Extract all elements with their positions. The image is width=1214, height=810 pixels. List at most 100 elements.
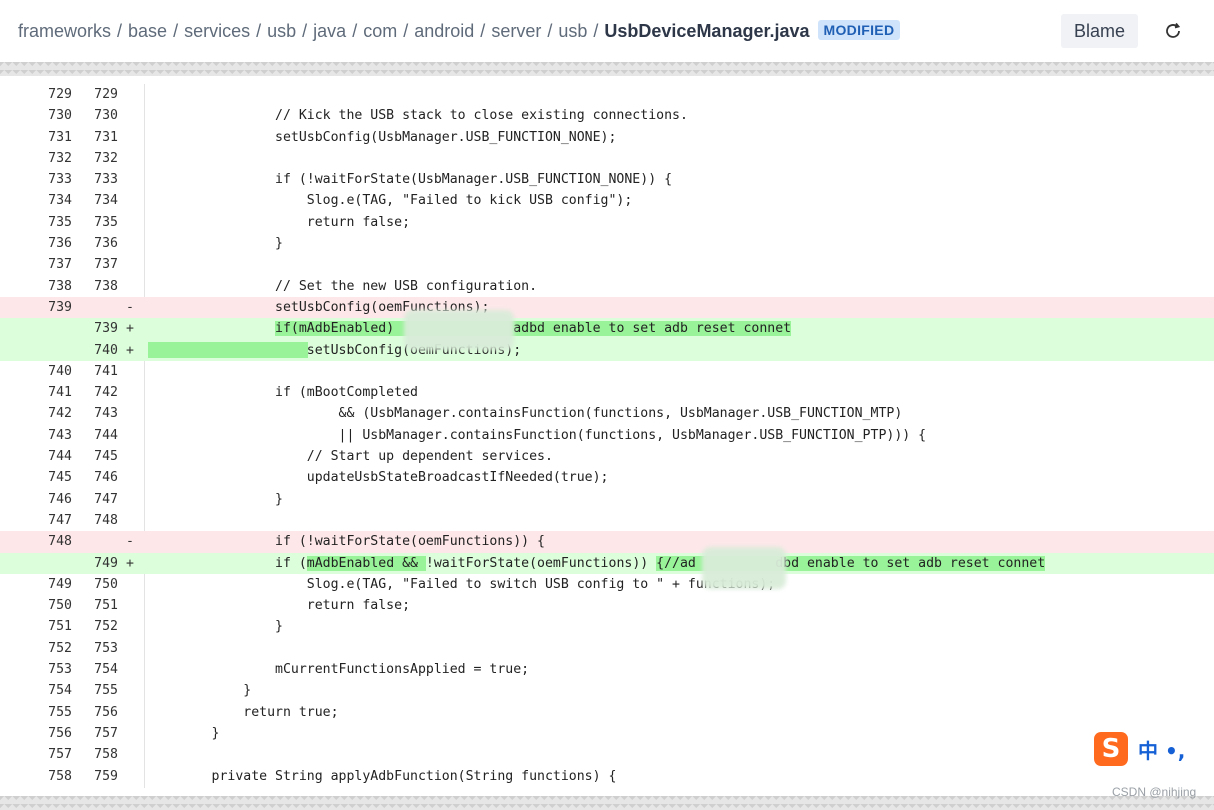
old-line-number[interactable]: 743 xyxy=(14,425,72,446)
code-text: private String applyAdbFunction(String f… xyxy=(148,768,617,784)
old-line-number[interactable]: 748 xyxy=(14,531,72,552)
old-line-number[interactable]: 732 xyxy=(14,148,72,169)
code-text: if (!waitForState(UsbManager.USB_FUNCTIO… xyxy=(148,172,673,188)
old-line-number[interactable]: 731 xyxy=(14,127,72,148)
code-text: if (mAdbEnabled && !waitForState(oemFunc… xyxy=(148,555,1046,571)
hunk-separator-bottom xyxy=(0,796,1214,810)
diff-marker: + xyxy=(126,342,134,358)
old-line-number[interactable]: 729 xyxy=(14,84,72,105)
old-line-number[interactable]: 746 xyxy=(14,489,72,510)
old-line-number[interactable]: 738 xyxy=(14,276,72,297)
old-line-number[interactable]: 733 xyxy=(14,169,72,190)
code-text: } xyxy=(148,236,283,252)
new-line-number[interactable]: 733 xyxy=(76,169,118,190)
new-line-number[interactable]: 742 xyxy=(76,382,118,403)
breadcrumb-segment[interactable]: usb xyxy=(558,21,587,41)
new-line-number[interactable]: 730 xyxy=(76,105,118,126)
diff-line: 737 737 xyxy=(0,254,1214,275)
new-line-number[interactable]: 737 xyxy=(76,254,118,275)
new-line-number[interactable]: 741 xyxy=(76,361,118,382)
new-line-number[interactable]: 757 xyxy=(76,723,118,744)
ime-mode-text[interactable]: 中 •, xyxy=(1138,735,1185,764)
diff-line: 739 + if(mAdbEnabled) adbd enable to set … xyxy=(0,318,1214,340)
refresh-icon[interactable] xyxy=(1163,21,1183,41)
breadcrumb-segment[interactable]: usb xyxy=(267,21,296,41)
diff-line: 758 759 private String applyAdbFunction(S… xyxy=(0,766,1214,787)
new-line-number[interactable]: 735 xyxy=(76,212,118,233)
diff-line: 739- setUsbConfig(oemFunctions); xyxy=(0,296,1214,319)
new-line-number[interactable]: 740 xyxy=(76,340,118,361)
watermark: CSDN @nihjing xyxy=(1112,785,1197,799)
new-line-number[interactable]: 748 xyxy=(76,510,118,531)
old-line-number[interactable]: 749 xyxy=(14,574,72,595)
old-line-number[interactable]: 730 xyxy=(14,105,72,126)
old-line-number[interactable]: 752 xyxy=(14,638,72,659)
new-line-number[interactable]: 745 xyxy=(76,446,118,467)
old-line-number[interactable]: 753 xyxy=(14,659,72,680)
code-text: // Set the new USB configuration. xyxy=(148,278,538,294)
new-line-number[interactable]: 744 xyxy=(76,425,118,446)
breadcrumb-segment[interactable]: base xyxy=(128,21,167,41)
old-line-number[interactable]: 740 xyxy=(14,361,72,382)
new-line-number[interactable]: 747 xyxy=(76,489,118,510)
new-line-number[interactable]: 756 xyxy=(76,702,118,723)
new-line-number[interactable]: 751 xyxy=(76,595,118,616)
old-line-number[interactable]: 757 xyxy=(14,744,72,765)
old-line-number[interactable]: 744 xyxy=(14,446,72,467)
new-line-number[interactable]: 746 xyxy=(76,467,118,488)
new-line-number[interactable]: 750 xyxy=(76,574,118,595)
diff-line: 740 + setUsbConfig(oemFunctions); xyxy=(0,339,1214,361)
breadcrumb-segment[interactable]: frameworks xyxy=(18,21,111,41)
blame-button[interactable]: Blame xyxy=(1061,14,1138,48)
new-line-number[interactable]: 739 xyxy=(76,318,118,339)
new-line-number[interactable]: 729 xyxy=(76,84,118,105)
breadcrumb-segment[interactable]: server xyxy=(491,21,541,41)
old-line-number[interactable]: 754 xyxy=(14,680,72,701)
redaction-blur xyxy=(702,547,786,589)
diff-line: 736 736 } xyxy=(0,233,1214,254)
new-line-number[interactable]: 749 xyxy=(76,553,118,574)
redaction-blur xyxy=(404,310,514,350)
new-line-number[interactable]: 743 xyxy=(76,403,118,424)
old-line-number[interactable]: 758 xyxy=(14,766,72,787)
new-line-number[interactable]: 734 xyxy=(76,190,118,211)
diff-line: 755 756 return true; xyxy=(0,702,1214,723)
breadcrumb-separator: / xyxy=(593,21,599,41)
code-text: || UsbManager.containsFunction(functions… xyxy=(148,427,927,443)
new-line-number[interactable]: 755 xyxy=(76,680,118,701)
code-text: } xyxy=(148,619,283,635)
new-line-number[interactable]: 738 xyxy=(76,276,118,297)
old-line-number[interactable]: 735 xyxy=(14,212,72,233)
ime-toolbar[interactable]: S 中 •, xyxy=(1094,727,1214,771)
breadcrumb-segment[interactable]: com xyxy=(363,21,397,41)
old-line-number[interactable]: 737 xyxy=(14,254,72,275)
old-line-number[interactable]: 736 xyxy=(14,233,72,254)
new-line-number[interactable]: 753 xyxy=(76,638,118,659)
old-line-number[interactable]: 755 xyxy=(14,702,72,723)
diff-line: 745 746 updateUsbStateBroadcastIfNeeded(t… xyxy=(0,467,1214,488)
old-line-number[interactable]: 742 xyxy=(14,403,72,424)
old-line-number[interactable]: 756 xyxy=(14,723,72,744)
new-line-number[interactable]: 758 xyxy=(76,744,118,765)
old-line-number[interactable]: 741 xyxy=(14,382,72,403)
code-text: if (mBootCompleted xyxy=(148,385,418,401)
new-line-number[interactable]: 732 xyxy=(76,148,118,169)
breadcrumb-segment[interactable]: services xyxy=(184,21,250,41)
new-line-number[interactable]: 754 xyxy=(76,659,118,680)
old-line-number[interactable]: 734 xyxy=(14,190,72,211)
diff-line: 751 752 } xyxy=(0,616,1214,637)
new-line-number[interactable]: 731 xyxy=(76,127,118,148)
breadcrumb-segment[interactable]: java xyxy=(313,21,346,41)
new-line-number[interactable]: 752 xyxy=(76,616,118,637)
code-text: if (!waitForState(oemFunctions)) { xyxy=(148,534,545,550)
old-line-number[interactable]: 739 xyxy=(14,297,72,318)
diff-line: 740 741 xyxy=(0,361,1214,382)
new-line-number[interactable]: 736 xyxy=(76,233,118,254)
old-line-number[interactable]: 750 xyxy=(14,595,72,616)
diff-line: 734 734 Slog.e(TAG, "Failed to kick USB c… xyxy=(0,190,1214,211)
old-line-number[interactable]: 751 xyxy=(14,616,72,637)
old-line-number[interactable]: 747 xyxy=(14,510,72,531)
new-line-number[interactable]: 759 xyxy=(76,766,118,787)
breadcrumb-segment[interactable]: android xyxy=(414,21,474,41)
old-line-number[interactable]: 745 xyxy=(14,467,72,488)
